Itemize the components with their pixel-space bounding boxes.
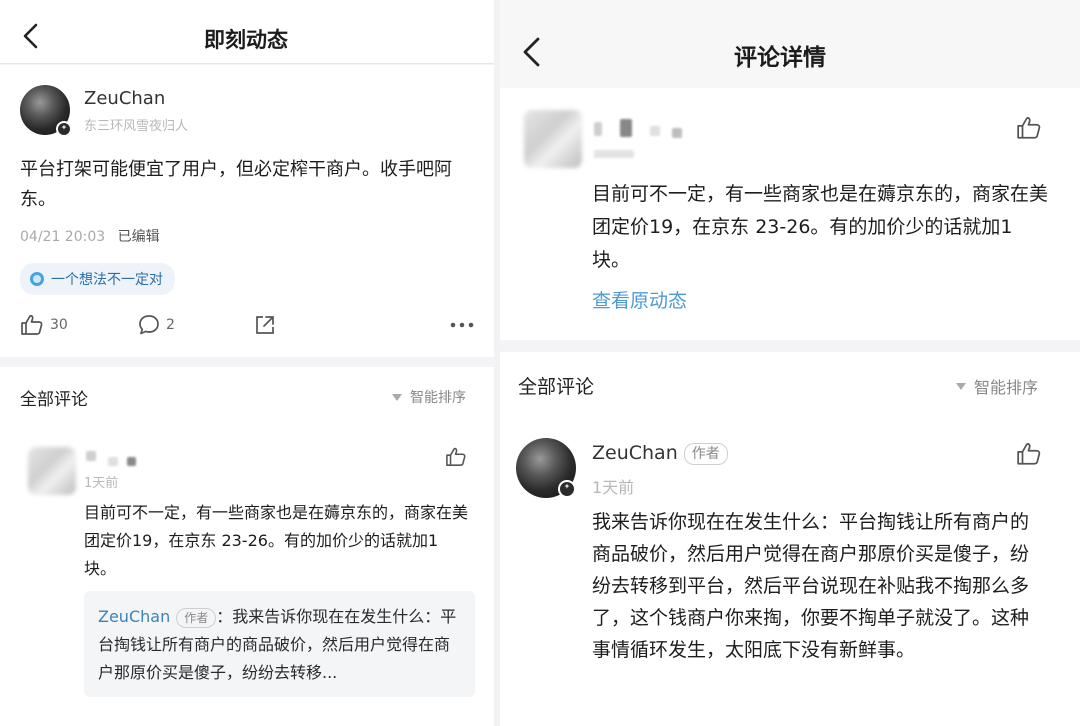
- left-screen-post-detail: 即刻动态 ✦ ZeuChan 东三环风雪夜归人 平台打架可能便宜了用户，但必定榨…: [0, 0, 494, 726]
- share-icon: [256, 316, 274, 334]
- share-button[interactable]: [254, 314, 276, 336]
- blurred-name: [672, 128, 682, 138]
- more-icon: [450, 322, 474, 328]
- like-icon[interactable]: [445, 447, 467, 471]
- badge-icon: ✦: [56, 121, 72, 137]
- sort-label: 智能排序: [974, 378, 1039, 397]
- blurred-name: [127, 457, 136, 466]
- edited-label: 已编辑: [117, 229, 160, 245]
- like-button[interactable]: 30: [20, 314, 68, 336]
- comment-text: 目前可不一定，有一些商家也是在薅京东的，商家在美团定价19，在京东 23-26。…: [592, 183, 1049, 271]
- blurred-time: [594, 150, 634, 158]
- author-signature: 东三环风雪夜归人: [84, 119, 189, 134]
- page-title: 评论详情: [734, 45, 826, 71]
- comment-button[interactable]: 2: [138, 314, 175, 336]
- sort-label: 智能排序: [410, 390, 466, 406]
- avatar[interactable]: [28, 447, 76, 495]
- avatar[interactable]: [524, 110, 582, 168]
- topic-label: 一个想法不一定对: [51, 272, 163, 288]
- comment-icon: [139, 315, 159, 335]
- back-icon[interactable]: [22, 23, 38, 49]
- comment-count: 2: [166, 317, 175, 333]
- blurred-name: [650, 126, 660, 136]
- comment-card: 目前可不一定，有一些商家也是在薅京东的，商家在美团定价19，在京东 23-26。…: [500, 88, 1080, 340]
- reply-author[interactable]: ZeuChan: [592, 442, 678, 464]
- blurred-name: [620, 119, 632, 137]
- sort-icon: [956, 382, 966, 390]
- blurred-name: [86, 451, 96, 461]
- like-icon[interactable]: [1016, 116, 1042, 144]
- view-original-link[interactable]: 查看原动态: [592, 286, 687, 313]
- reply-author-row: ZeuChan 作者: [592, 442, 728, 465]
- reply-time: 1天前: [592, 478, 635, 497]
- like-icon: [21, 314, 43, 335]
- topic-icon: [30, 272, 44, 286]
- page-title: 即刻动态: [204, 28, 288, 52]
- badge-icon: ✦: [558, 480, 576, 498]
- post-card: ✦ ZeuChan 东三环风雪夜归人 平台打架可能便宜了用户，但必定榨干商户。收…: [0, 65, 494, 357]
- comment-time: 1天前: [84, 476, 119, 491]
- sort-button[interactable]: 智能排序: [956, 374, 1038, 398]
- reply-text: 我来告诉你现在在发生什么：平台掏钱让所有商户的商品破价，然后用户觉得在商户那原价…: [592, 511, 1030, 661]
- back-icon[interactable]: [522, 37, 540, 67]
- like-count: 30: [50, 317, 68, 333]
- comments-section: 全部评论 智能排序 1天前 目前可不一定，有一些商家也是在薅京东的，商家在美团定…: [0, 367, 494, 726]
- comment-text: 目前可不一定，有一些商家也是在薅京东的，商家在美团定价19，在京东 23-26。…: [84, 503, 469, 578]
- author-badge: 作者: [683, 442, 728, 465]
- post-time: 04/21 20:03: [20, 229, 106, 245]
- sort-button[interactable]: 智能排序: [392, 387, 466, 407]
- blurred-name: [594, 122, 602, 136]
- section-title: 全部评论: [20, 390, 88, 410]
- section-title: 全部评论: [518, 376, 595, 398]
- blurred-name: [108, 457, 118, 466]
- topic-chip[interactable]: 一个想法不一定对: [20, 263, 175, 295]
- right-screen-comment-detail: 评论详情 目前可不一定，有一些商家也是在薅京东的，商家在美团定价19，在京东 2…: [500, 0, 1080, 726]
- reply-preview[interactable]: ZeuChan 作者 ：我来告诉你现在在发生什么：平台掏钱让所有商户的商品破价，然后…: [84, 591, 475, 697]
- replies-section: 全部评论 智能排序 ✦ ZeuChan 作者 1天前 我来告诉你现在在发生什么：平…: [500, 352, 1080, 726]
- post-meta: 04/21 20:03 已编辑: [20, 226, 160, 246]
- author-badge: 作者: [176, 607, 217, 628]
- more-button[interactable]: [450, 322, 474, 328]
- like-icon[interactable]: [1016, 442, 1042, 470]
- header-bar: 即刻动态: [0, 0, 494, 64]
- sort-icon: [392, 393, 402, 401]
- header-bar: 评论详情: [500, 0, 1080, 88]
- author-name[interactable]: ZeuChan: [84, 88, 165, 109]
- post-text: 平台打架可能便宜了用户，但必定榨干商户。收手吧阿东。: [20, 159, 452, 210]
- reply-author[interactable]: ZeuChan: [98, 607, 170, 626]
